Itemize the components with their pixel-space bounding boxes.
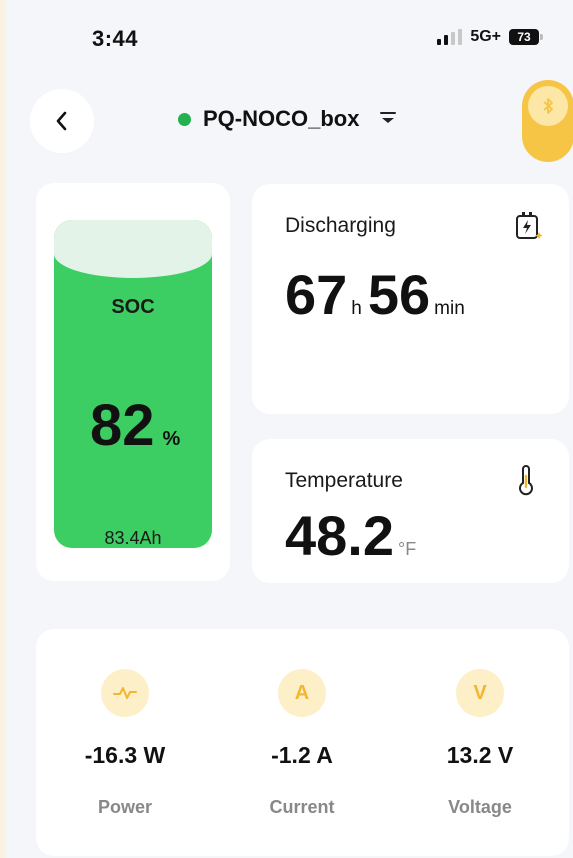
temperature-unit: °F <box>398 539 417 559</box>
temperature-reading: 48.2 °F <box>285 503 416 568</box>
voltage-label: Voltage <box>448 797 512 817</box>
temperature-title: Temperature <box>285 469 403 492</box>
soc-value: 82 % <box>90 392 180 459</box>
ampere-icon: A <box>278 669 326 717</box>
app-screen: 3:44 5G+ 73 PQ-NOCO_box SOC 82 % 83.4Ah … <box>0 0 573 858</box>
chevron-left-icon <box>56 111 67 131</box>
temperature-value: 48.2 <box>285 504 394 567</box>
soc-level-tank: SOC 82 % 83.4Ah <box>54 220 212 548</box>
soc-unit: % <box>162 428 181 450</box>
back-button[interactable] <box>30 89 94 153</box>
power-value: -16.3 W <box>84 742 166 768</box>
online-status-dot <box>178 112 191 126</box>
minutes-unit: min <box>434 298 465 319</box>
bluetooth-icon <box>528 86 568 126</box>
network-type: 5G+ <box>470 28 501 45</box>
signal-icon <box>437 29 463 45</box>
device-switch-icon[interactable] <box>379 110 397 128</box>
soc-label: SOC <box>111 296 155 318</box>
battery-level: 73 <box>517 30 531 44</box>
device-name: PQ-NOCO_box <box>203 106 360 131</box>
hours-value: 67 <box>285 263 348 326</box>
minutes-value: 56 <box>367 263 431 326</box>
soc-percent-value: 82 <box>90 393 155 458</box>
bluetooth-toggle[interactable] <box>522 80 573 162</box>
battery-icon: 73 <box>509 29 543 45</box>
status-time: 3:44 <box>92 26 139 51</box>
temperature-card: Temperature 48.2 °F <box>252 439 569 583</box>
discharging-card: Discharging 67 h 56 min <box>252 184 569 414</box>
current-value: -1.2 A <box>271 742 333 768</box>
soc-capacity: 83.4Ah <box>104 528 162 548</box>
discharging-title: Discharging <box>285 214 396 237</box>
volt-icon: V <box>456 669 504 717</box>
current-stat: A -1.2 A Current <box>213 629 391 856</box>
power-label: Power <box>97 797 153 817</box>
remaining-time: 67 h 56 min <box>285 262 471 327</box>
device-selector[interactable]: PQ-NOCO_box <box>178 106 397 132</box>
electrical-stats-card: -16.3 W Power A -1.2 A Current V 13.2 V … <box>36 629 569 856</box>
pulse-icon <box>101 669 149 717</box>
voltage-stat: V 13.2 V Voltage <box>391 629 569 856</box>
power-stat: -16.3 W Power <box>36 629 214 856</box>
hours-unit: h <box>351 298 362 319</box>
battery-charging-icon <box>516 212 543 240</box>
status-indicators: 5G+ 73 <box>437 28 543 46</box>
current-label: Current <box>269 797 335 817</box>
voltage-value: 13.2 V <box>446 742 514 768</box>
thermometer-icon <box>519 465 533 496</box>
soc-card: SOC 82 % 83.4Ah <box>36 183 230 581</box>
